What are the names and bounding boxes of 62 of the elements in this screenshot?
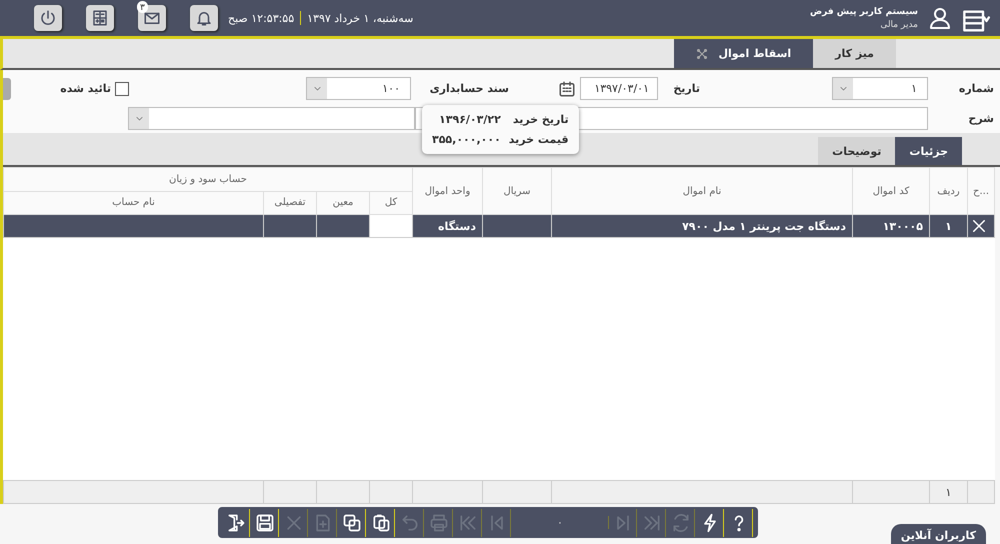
tooltip-value: ۱۳۹۶/۰۳/۲۲ (438, 113, 501, 126)
column-header: واحد اموال (412, 168, 482, 214)
field-label: سند حسابداری (428, 82, 509, 95)
tooltip-label: قیمت خرید (508, 133, 569, 146)
table-cell: ۱۳۰۰۰۵ (852, 214, 930, 238)
chevron-icon (129, 108, 149, 129)
side-handle[interactable] (3, 78, 11, 100)
date-text: سه‌شنبه، ۱ خرداد ۱۳۹۷ (307, 12, 414, 24)
user-icon[interactable] (928, 6, 952, 30)
last-icon (642, 512, 662, 532)
undo-icon (400, 512, 420, 532)
printer-icon (429, 512, 449, 532)
calculator-button[interactable] (86, 5, 114, 31)
close-icon[interactable] (696, 48, 708, 60)
copy-icon (342, 512, 362, 532)
page-tab[interactable]: میز کار (813, 39, 896, 68)
voucher-select[interactable]: ۱۰۰ (306, 77, 411, 100)
approved-checkbox[interactable] (115, 82, 129, 96)
field-label: شرح (967, 112, 994, 125)
date-field[interactable]: ۱۳۹۷/۰۳/۰۱ (580, 77, 658, 100)
user-name: سیستم کاربر پیش فرض (810, 6, 918, 16)
column-header: تفصیلی (264, 191, 316, 214)
number-select[interactable]: ۱ (832, 77, 928, 100)
table-cell: ۱ (930, 214, 968, 238)
notification-button[interactable] (190, 5, 218, 31)
power-button[interactable] (34, 5, 62, 31)
online-users-tab[interactable]: کاربران آنلاین (890, 524, 986, 544)
chevron-icon (307, 78, 327, 99)
power-icon (39, 9, 57, 27)
footer-cell: ۱ (930, 480, 968, 504)
column-header: نام اموال (552, 168, 852, 214)
mail-count-badge: ۳ (137, 1, 148, 13)
field-label: شماره (958, 82, 994, 95)
calculator-icon (91, 9, 109, 27)
delete-row-icon[interactable] (970, 217, 988, 235)
column-header: کل (370, 191, 412, 214)
page-tab[interactable]: اسقاط اموال (674, 39, 814, 68)
field-label: تاریخ (672, 82, 700, 95)
detail-tab[interactable]: توضیحات (818, 137, 896, 165)
calendar-icon[interactable] (558, 80, 576, 98)
tooltip-value: ۳۵۵,۰۰۰,۰۰۰ (432, 133, 501, 146)
chevron-icon (833, 78, 853, 99)
first-icon (458, 512, 478, 532)
checkbox-label: تائید شده (60, 82, 111, 95)
column-header: سریال (482, 168, 552, 214)
door-arrow-icon (226, 512, 246, 532)
column-group-header: حساب سود و زیان (4, 168, 412, 191)
time-text: ۱۲:۵۳:۵۵ صبح (228, 12, 294, 24)
table-cell: دستگاه (412, 214, 482, 238)
column-header: کد اموال (852, 168, 930, 214)
page-indicator: ۰ (512, 516, 609, 529)
column-header: ردیف (930, 168, 968, 214)
column-header: معین (316, 191, 370, 214)
column-header: ...ح (968, 168, 994, 214)
user-role: مدیر مالی (879, 20, 918, 30)
column-header: نام حساب (4, 191, 264, 214)
table-cell: دستگاه جت پرینتر ۱ مدل ۷۹۰۰ (552, 214, 852, 238)
detail-tab[interactable]: جزئیات (895, 137, 962, 165)
refresh-icon (671, 512, 691, 532)
tooltip-label: تاریخ خرید (512, 113, 569, 126)
bell-icon (195, 9, 213, 27)
paste-icon (371, 512, 391, 532)
